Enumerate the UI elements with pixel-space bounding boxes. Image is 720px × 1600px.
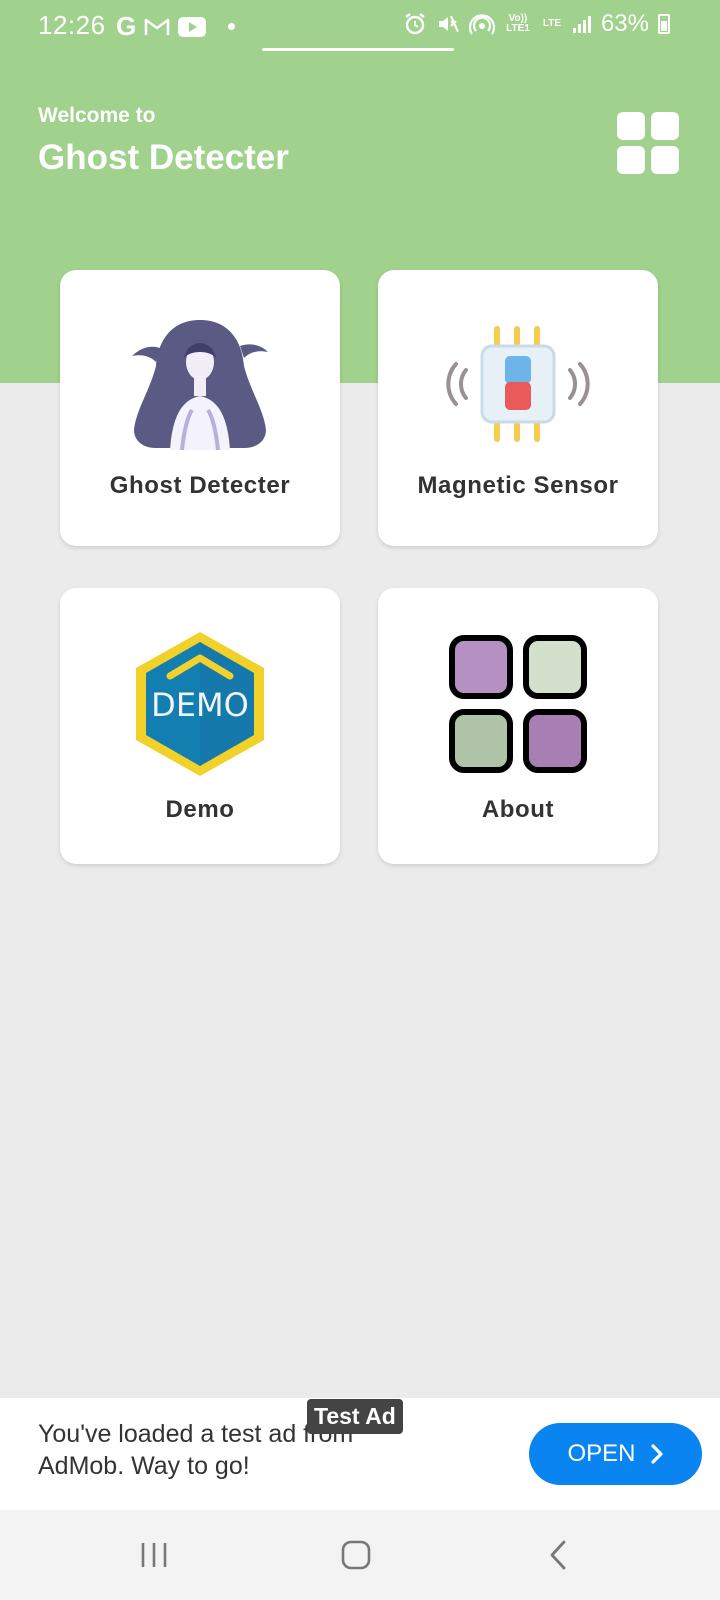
ad-open-label: OPEN (567, 1440, 636, 1467)
back-button[interactable] (518, 1510, 598, 1600)
demo-badge-text: DEMO (151, 686, 249, 724)
battery-icon (658, 14, 670, 34)
signal-icon (572, 16, 591, 33)
demo-badge-icon: DEMO (136, 632, 264, 776)
card-magnetic-sensor[interactable]: Magnetic Sensor (378, 270, 658, 546)
test-ad-badge: Test Ad (307, 1399, 403, 1434)
home-icon (341, 1540, 371, 1570)
chevron-right-icon (650, 1444, 663, 1464)
recent-apps-icon (141, 1543, 167, 1567)
ad-open-button[interactable]: OPEN (529, 1423, 702, 1485)
welcome-text: Welcome to (38, 104, 156, 127)
page-title: Ghost Detecter (38, 138, 289, 177)
status-time: 12:26 (38, 10, 106, 40)
card-label: Ghost Detecter (109, 472, 291, 499)
grid-squares-icon (449, 635, 587, 773)
menu-grid-button[interactable] (617, 112, 679, 174)
card-label: Magnetic Sensor (417, 472, 619, 499)
more-notifications-dot (228, 23, 236, 30)
magnetic-sensor-icon (446, 326, 590, 442)
gmail-icon (144, 18, 170, 35)
ghost-girl-icon (132, 320, 268, 450)
google-icon: G (116, 11, 137, 41)
card-label: About (481, 796, 555, 823)
recent-apps-button[interactable] (114, 1510, 194, 1600)
alarm-icon (405, 13, 425, 35)
system-status-icons: Vo)) LTE1 LTE 63% (403, 10, 670, 38)
hotspot-icon (468, 14, 495, 35)
notification-icons: G (116, 11, 236, 42)
screen: 12:26 G Vo)) LTE1 LTE 63% Welcome to Gho… (0, 0, 720, 1600)
menu-grid-cell (651, 112, 679, 140)
back-icon (550, 1540, 566, 1570)
menu-grid-cell (617, 146, 645, 174)
volte-indicator: Vo)) LTE1 (506, 13, 530, 34)
menu-grid-cell (617, 112, 645, 140)
lte-indicator: LTE (542, 18, 562, 29)
card-about[interactable]: About (378, 588, 658, 864)
youtube-icon (178, 16, 207, 37)
card-label: Demo (165, 796, 235, 823)
home-button[interactable] (316, 1510, 396, 1600)
status-divider (262, 48, 454, 51)
card-ghost-detecter[interactable]: Ghost Detecter (60, 270, 340, 546)
battery-percent: 63% (600, 10, 649, 37)
card-demo[interactable]: DEMO Demo (60, 588, 340, 864)
menu-grid-cell (651, 146, 679, 174)
navigation-bar (0, 1510, 720, 1600)
mute-icon (438, 15, 459, 33)
status-bar: 12:26 G Vo)) LTE1 LTE 63% (0, 0, 720, 52)
